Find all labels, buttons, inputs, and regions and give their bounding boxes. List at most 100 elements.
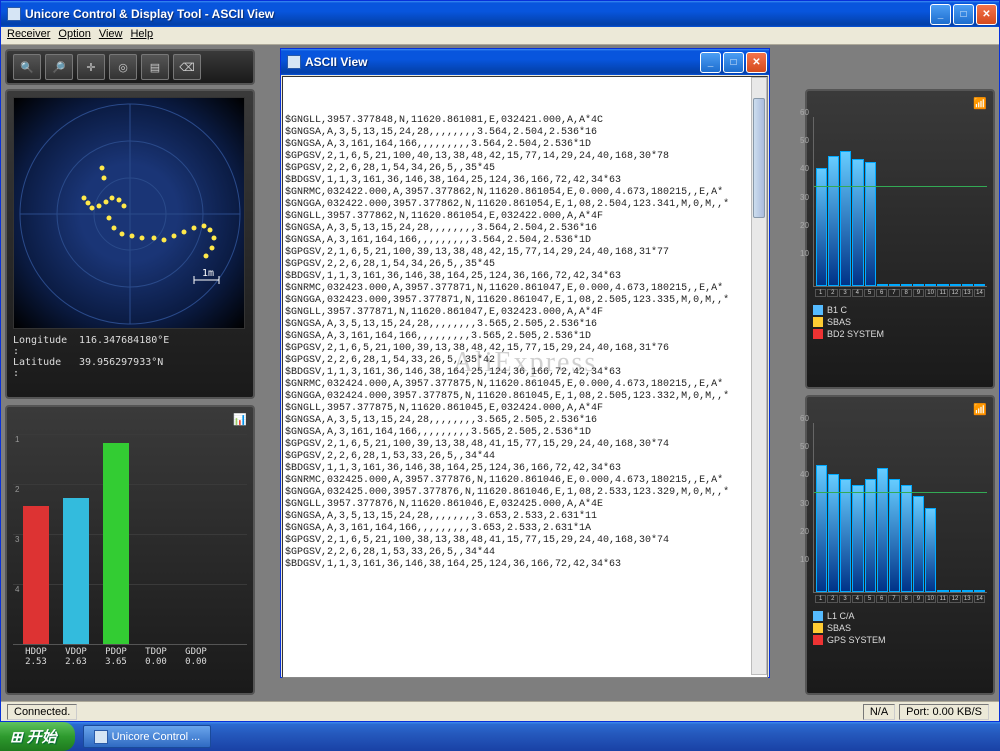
prn-label: 9 — [913, 595, 924, 603]
menu-receiver[interactable]: Receiver — [7, 28, 50, 43]
prn-label: 7 — [888, 289, 899, 297]
signal-bar — [877, 284, 888, 286]
dop-label: PDOP3.65 — [103, 647, 129, 667]
clear-icon[interactable]: ⌫ — [173, 54, 201, 80]
longitude-value: 116.347684180°E — [79, 335, 169, 357]
chart-icon: 📊 — [233, 413, 247, 426]
prn-label: 5 — [864, 289, 875, 297]
ascii-text-area[interactable]: AliExpress $GNGLL,3957.377848,N,11620.86… — [282, 76, 768, 678]
dop-bar — [63, 498, 89, 644]
prn-label: 7 — [888, 595, 899, 603]
signal-bar — [937, 590, 948, 592]
prn-label: 2 — [827, 595, 838, 603]
signal-bar — [852, 159, 863, 286]
signal-bar — [852, 485, 863, 592]
prn-label: 12 — [949, 595, 960, 603]
ascii-maximize-button[interactable]: □ — [723, 52, 744, 73]
dop-label: VDOP2.63 — [63, 647, 89, 667]
signal-bar — [925, 284, 936, 286]
prn-label: 14 — [974, 595, 985, 603]
close-button[interactable]: ✕ — [976, 4, 997, 25]
signal-bar — [889, 284, 900, 286]
prn-label: 11 — [937, 595, 948, 603]
prn-label: 6 — [876, 289, 887, 297]
ascii-title: ASCII View — [305, 55, 700, 69]
zoom-out-icon[interactable]: 🔎 — [45, 54, 73, 80]
dop-panel: 📊 4321 HDOP2.53VDOP2.63PDOP3.65TDOP0.00G… — [5, 405, 255, 695]
prn-label: 10 — [925, 595, 936, 603]
prn-label: 2 — [827, 289, 838, 297]
ascii-icon — [287, 55, 301, 69]
signal-bar — [901, 485, 912, 592]
prn-label: 10 — [925, 289, 936, 297]
signal-bar — [865, 479, 876, 592]
zoom-in-icon[interactable]: 🔍 — [13, 54, 41, 80]
dop-bar — [103, 443, 129, 644]
dop-label: TDOP0.00 — [143, 647, 169, 667]
signal-bar — [889, 479, 900, 592]
prn-label: 11 — [937, 289, 948, 297]
ascii-window: ASCII View _ □ ✕ AliExpress $GNGLL,3957.… — [280, 48, 770, 678]
legend-item: B1 C — [813, 305, 987, 315]
signal-bar — [865, 162, 876, 286]
prn-label: 3 — [839, 289, 850, 297]
maximize-button[interactable]: □ — [953, 4, 974, 25]
legend-item: GPS SYSTEM — [813, 635, 987, 645]
signal-bar — [962, 284, 973, 286]
windows-logo-icon: ⊞ — [10, 728, 23, 746]
list-icon[interactable]: ▤ — [141, 54, 169, 80]
signal-bar — [974, 284, 985, 286]
signal-panel-gps: 📶 102030405060 1234567891011121314 L1 C/… — [805, 395, 995, 695]
signal-chart-gps: 102030405060 — [813, 423, 987, 593]
prn-label: 5 — [864, 595, 875, 603]
toolbar-panel: 🔍 🔎 ✛ ◎ ▤ ⌫ — [5, 49, 255, 85]
start-button[interactable]: ⊞ 开始 — [0, 722, 75, 751]
prn-label: 6 — [876, 595, 887, 603]
status-connected: Connected. — [7, 704, 77, 720]
signal-bar — [913, 284, 924, 286]
ascii-minimize-button[interactable]: _ — [700, 52, 721, 73]
signal-bar — [962, 590, 973, 592]
legend-item: BD2 SYSTEM — [813, 329, 987, 339]
prn-label: 8 — [901, 595, 912, 603]
signal-bar — [877, 468, 888, 592]
ascii-close-button[interactable]: ✕ — [746, 52, 767, 73]
menu-help[interactable]: Help — [130, 28, 153, 43]
menubar: Receiver Option View Help — [1, 27, 999, 45]
taskbar: ⊞ 开始 Unicore Control ... — [0, 722, 1000, 751]
signal-chart-bd2: 102030405060 — [813, 117, 987, 287]
ascii-titlebar[interactable]: ASCII View _ □ ✕ — [281, 49, 769, 75]
skyplot[interactable]: 1m — [13, 97, 245, 329]
signal-bar — [974, 590, 985, 592]
chart-icon: 📶 — [973, 97, 987, 110]
dop-chart: 4321 — [13, 435, 247, 645]
prn-label: 1 — [815, 595, 826, 603]
dop-label: HDOP2.53 — [23, 647, 49, 667]
prn-label: 3 — [839, 595, 850, 603]
prn-label: 4 — [852, 595, 863, 603]
prn-label: 8 — [901, 289, 912, 297]
minimize-button[interactable]: _ — [930, 4, 951, 25]
chart-icon: 📶 — [973, 403, 987, 416]
scrollbar-thumb[interactable] — [753, 98, 765, 218]
app-icon — [7, 7, 21, 21]
signal-bar — [937, 284, 948, 286]
prn-label: 12 — [949, 289, 960, 297]
center-icon[interactable]: ✛ — [77, 54, 105, 80]
signal-bar — [901, 284, 912, 286]
status-port: Port: 0.00 KB/S — [899, 704, 989, 720]
legend-item: SBAS — [813, 317, 987, 327]
skyplot-panel: 1m Longitude :116.347684180°E Latitude :… — [5, 89, 255, 399]
signal-bar — [925, 508, 936, 593]
latitude-label: Latitude : — [13, 357, 73, 379]
taskbar-app-button[interactable]: Unicore Control ... — [83, 725, 212, 748]
signal-bar — [913, 496, 924, 592]
signal-bar — [840, 151, 851, 286]
main-titlebar[interactable]: Unicore Control & Display Tool - ASCII V… — [1, 1, 999, 27]
scrollbar[interactable] — [751, 77, 767, 675]
target-icon[interactable]: ◎ — [109, 54, 137, 80]
prn-label: 4 — [852, 289, 863, 297]
menu-view[interactable]: View — [99, 28, 123, 43]
menu-option[interactable]: Option — [58, 28, 90, 43]
statusbar: Connected. N/A Port: 0.00 KB/S — [1, 701, 999, 721]
